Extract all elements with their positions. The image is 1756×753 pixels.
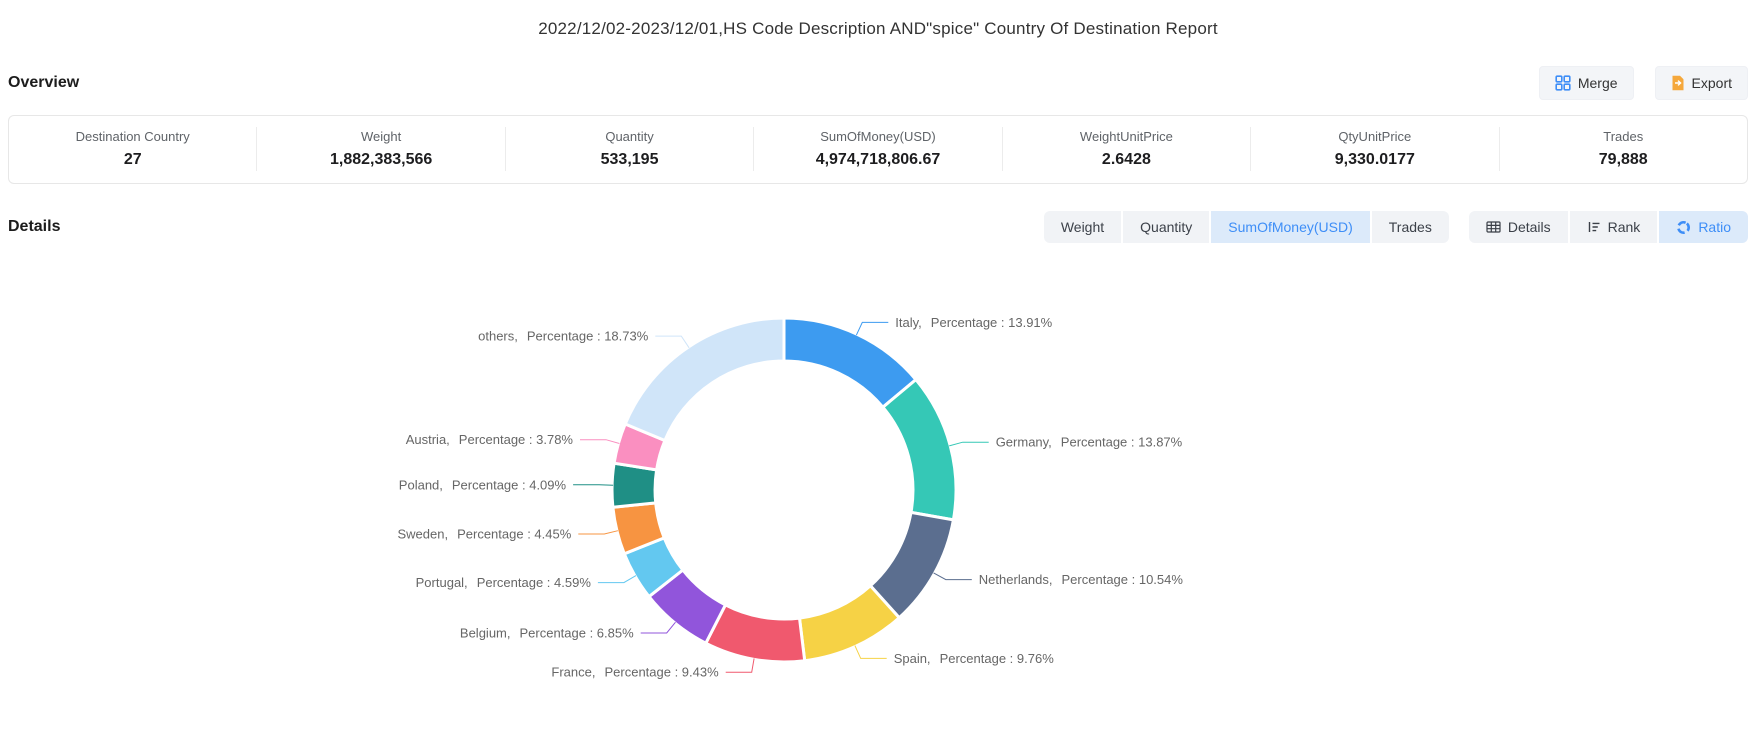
slice-label-others: others,Percentage : 18.73% <box>478 329 649 344</box>
donut-slice-germany[interactable] <box>883 380 956 520</box>
tab-label: Trades <box>1389 219 1432 235</box>
stat-label: WeightUnitPrice <box>1009 129 1244 144</box>
stat-label: QtyUnitPrice <box>1257 129 1492 144</box>
donut-chart-svg: Italy,Percentage : 13.91% Germany,Percent… <box>0 272 1756 753</box>
details-header: Details Weight Quantity SumOfMoney(USD) … <box>8 211 1748 243</box>
header-actions: Merge Export <box>1539 66 1748 100</box>
merge-icon <box>1555 75 1571 91</box>
table-icon <box>1486 220 1501 234</box>
export-button[interactable]: Export <box>1655 66 1748 100</box>
view-button-ratio[interactable]: Ratio <box>1659 211 1748 243</box>
ratio-donut-chart: Italy,Percentage : 13.91% Germany,Percent… <box>0 272 1756 753</box>
slice-label-austria: Austria,Percentage : 3.78% <box>406 432 574 447</box>
slice-label-poland: Poland,Percentage : 4.09% <box>399 477 567 492</box>
details-heading: Details <box>8 218 60 236</box>
view-button-label: Details <box>1508 219 1551 235</box>
export-icon <box>1671 75 1685 91</box>
merge-button-label: Merge <box>1578 75 1618 91</box>
view-button-label: Ratio <box>1698 219 1731 235</box>
label-line-france <box>726 658 754 672</box>
label-line-netherlands <box>934 573 972 580</box>
stat-weight-unit-price: WeightUnitPrice 2.6428 <box>1003 127 1251 171</box>
label-line-austria <box>580 440 619 444</box>
view-button-details[interactable]: Details <box>1469 211 1568 243</box>
donut-slice-others[interactable] <box>625 318 784 441</box>
label-line-belgium <box>641 622 676 633</box>
stat-value: 79,888 <box>1506 151 1741 169</box>
stat-value: 4,974,718,806.67 <box>760 151 995 169</box>
details-controls: Weight Quantity SumOfMoney(USD) Trades D… <box>1044 211 1748 243</box>
export-button-label: Export <box>1692 75 1732 91</box>
slice-label-netherlands: Netherlands,Percentage : 10.54% <box>979 572 1184 587</box>
label-line-portugal <box>598 576 636 583</box>
stat-destination-country: Destination Country 27 <box>9 127 257 171</box>
view-button-label: Rank <box>1608 219 1641 235</box>
overview-header: Overview Merge Export <box>0 66 1756 100</box>
tab-sum-of-money[interactable]: SumOfMoney(USD) <box>1211 211 1369 243</box>
label-line-italy <box>856 322 888 335</box>
slice-label-france: France,Percentage : 9.43% <box>551 665 719 680</box>
tab-quantity[interactable]: Quantity <box>1123 211 1209 243</box>
view-tab-group: Details Rank Ratio <box>1469 211 1748 243</box>
stat-label: Quantity <box>512 129 747 144</box>
label-line-spain <box>855 646 887 659</box>
slice-label-italy: Italy,Percentage : 13.91% <box>895 315 1052 330</box>
stat-value: 533,195 <box>512 151 747 169</box>
ratio-icon <box>1676 220 1691 235</box>
report-page: 2022/12/02-2023/12/01,HS Code Descriptio… <box>0 0 1756 753</box>
view-button-rank[interactable]: Rank <box>1570 211 1658 243</box>
tab-weight[interactable]: Weight <box>1044 211 1121 243</box>
metric-tab-group: Weight Quantity SumOfMoney(USD) Trades <box>1044 211 1449 243</box>
tab-label: Weight <box>1061 219 1104 235</box>
slice-label-sweden: Sweden,Percentage : 4.45% <box>398 527 572 542</box>
stat-label: Trades <box>1506 129 1741 144</box>
stat-value: 1,882,383,566 <box>263 151 498 169</box>
slice-label-belgium: Belgium,Percentage : 6.85% <box>460 626 634 641</box>
slice-label-portugal: Portugal,Percentage : 4.59% <box>416 575 592 590</box>
label-line-germany <box>949 442 989 446</box>
tab-label: SumOfMoney(USD) <box>1228 219 1352 235</box>
stat-quantity: Quantity 533,195 <box>506 127 754 171</box>
donut-slice-italy[interactable] <box>784 318 916 407</box>
label-line-sweden <box>578 531 618 534</box>
stat-value: 27 <box>15 151 250 169</box>
stat-qty-unit-price: QtyUnitPrice 9,330.0177 <box>1251 127 1499 171</box>
merge-button[interactable]: Merge <box>1539 66 1634 100</box>
slice-label-germany: Germany,Percentage : 13.87% <box>996 435 1183 450</box>
stat-value: 2.6428 <box>1009 151 1244 169</box>
label-line-others <box>655 336 689 348</box>
tab-label: Quantity <box>1140 219 1192 235</box>
stat-label: Weight <box>263 129 498 144</box>
stat-sum-of-money: SumOfMoney(USD) 4,974,718,806.67 <box>754 127 1002 171</box>
stat-weight: Weight 1,882,383,566 <box>257 127 505 171</box>
rank-icon <box>1587 220 1601 234</box>
overview-heading: Overview <box>8 74 79 92</box>
slice-label-spain: Spain,Percentage : 9.76% <box>894 651 1055 666</box>
stat-label: SumOfMoney(USD) <box>760 129 995 144</box>
stat-trades: Trades 79,888 <box>1500 127 1747 171</box>
overview-stats-bar: Destination Country 27 Weight 1,882,383,… <box>8 115 1748 184</box>
tab-trades[interactable]: Trades <box>1372 211 1449 243</box>
page-title: 2022/12/02-2023/12/01,HS Code Descriptio… <box>0 0 1756 39</box>
stat-label: Destination Country <box>15 129 250 144</box>
stat-value: 9,330.0177 <box>1257 151 1492 169</box>
